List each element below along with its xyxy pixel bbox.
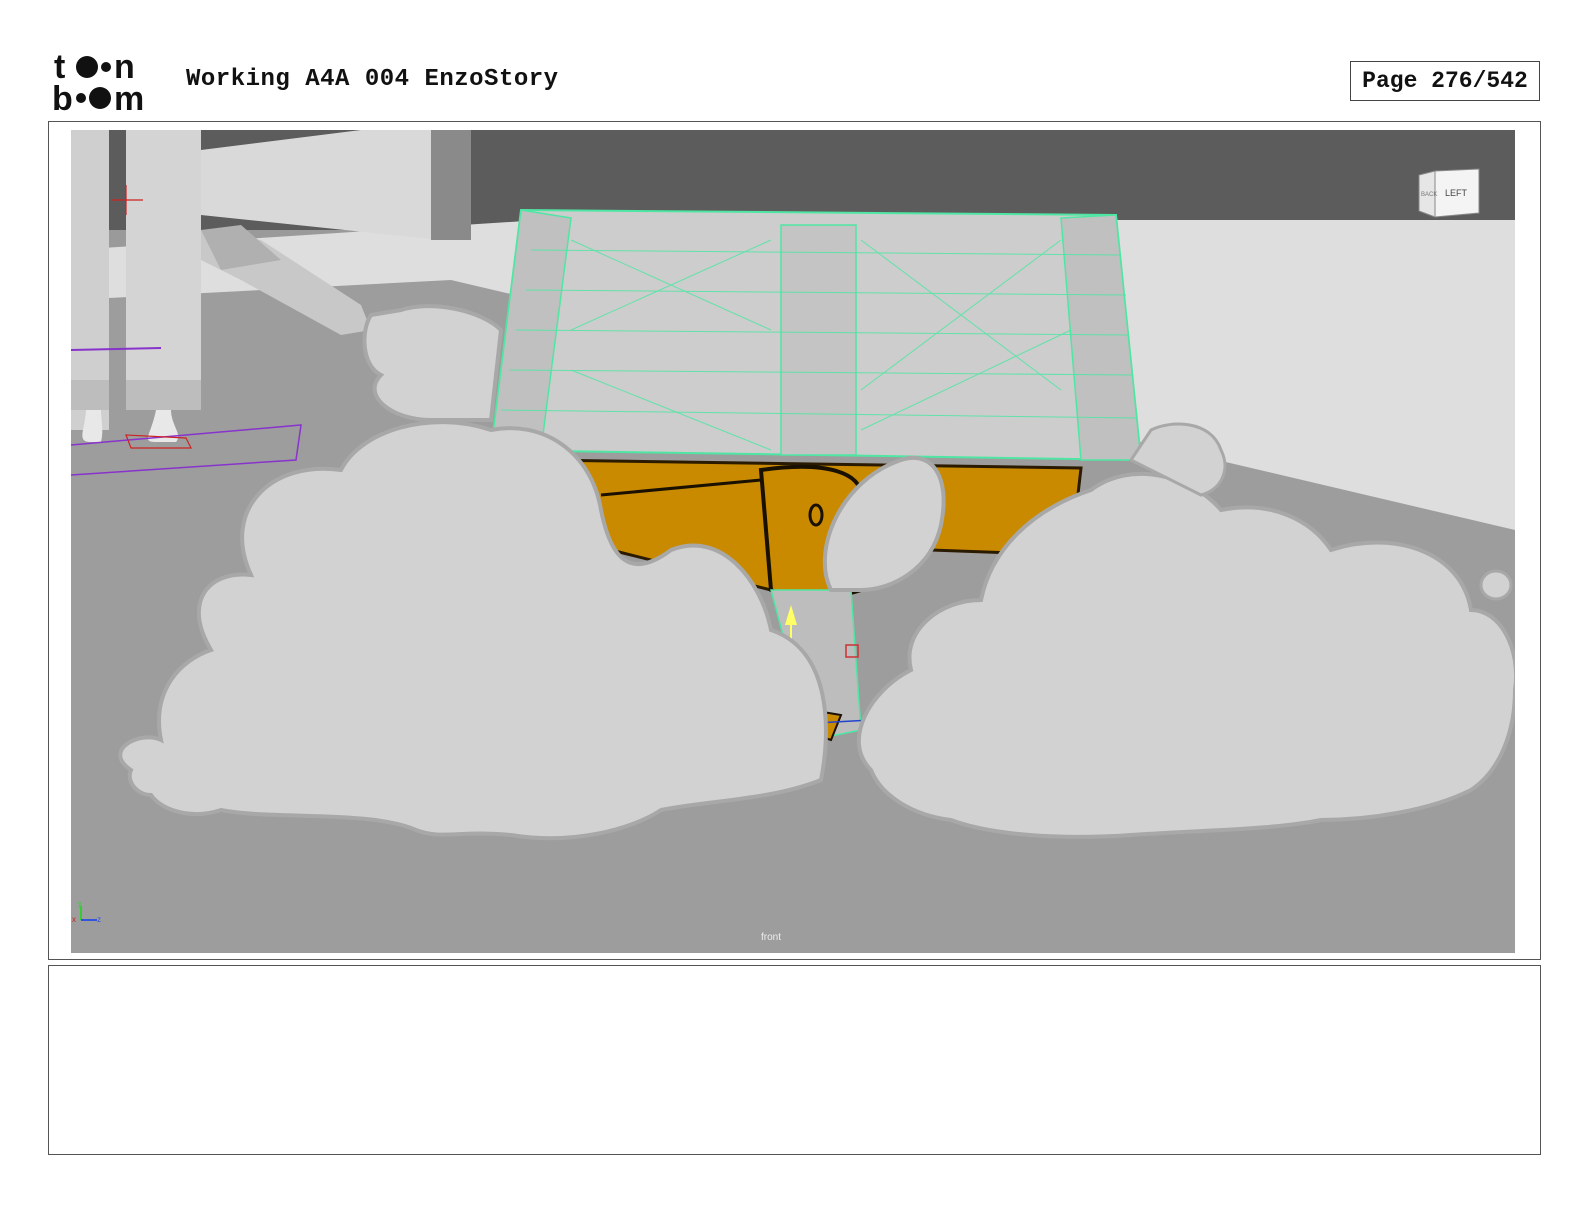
view-cube[interactable]: BACK LEFT xyxy=(1417,165,1481,219)
panel-notes-box[interactable] xyxy=(48,965,1541,1155)
toon-boom-logo: t n b m xyxy=(52,50,164,112)
storyboard-panel: BACK LEFT x y z front xyxy=(48,121,1541,960)
3d-viewport[interactable]: BACK LEFT x y z front xyxy=(71,130,1515,953)
axis-label-y: y xyxy=(78,901,82,908)
viewcube-face-back: BACK xyxy=(1421,192,1437,198)
document-title: Working A4A 004 EnzoStory xyxy=(186,66,559,93)
axis-label-z: z xyxy=(97,915,101,924)
svg-text:m: m xyxy=(114,80,144,112)
viewcube-face-left: LEFT xyxy=(1445,188,1468,198)
scene-render xyxy=(71,130,1515,953)
page-counter: Page 276/542 xyxy=(1350,61,1540,101)
axis-gizmo: x y z xyxy=(71,900,105,933)
camera-label: front xyxy=(761,932,782,943)
svg-text:b: b xyxy=(52,80,73,112)
axis-label-x: x xyxy=(72,915,76,924)
